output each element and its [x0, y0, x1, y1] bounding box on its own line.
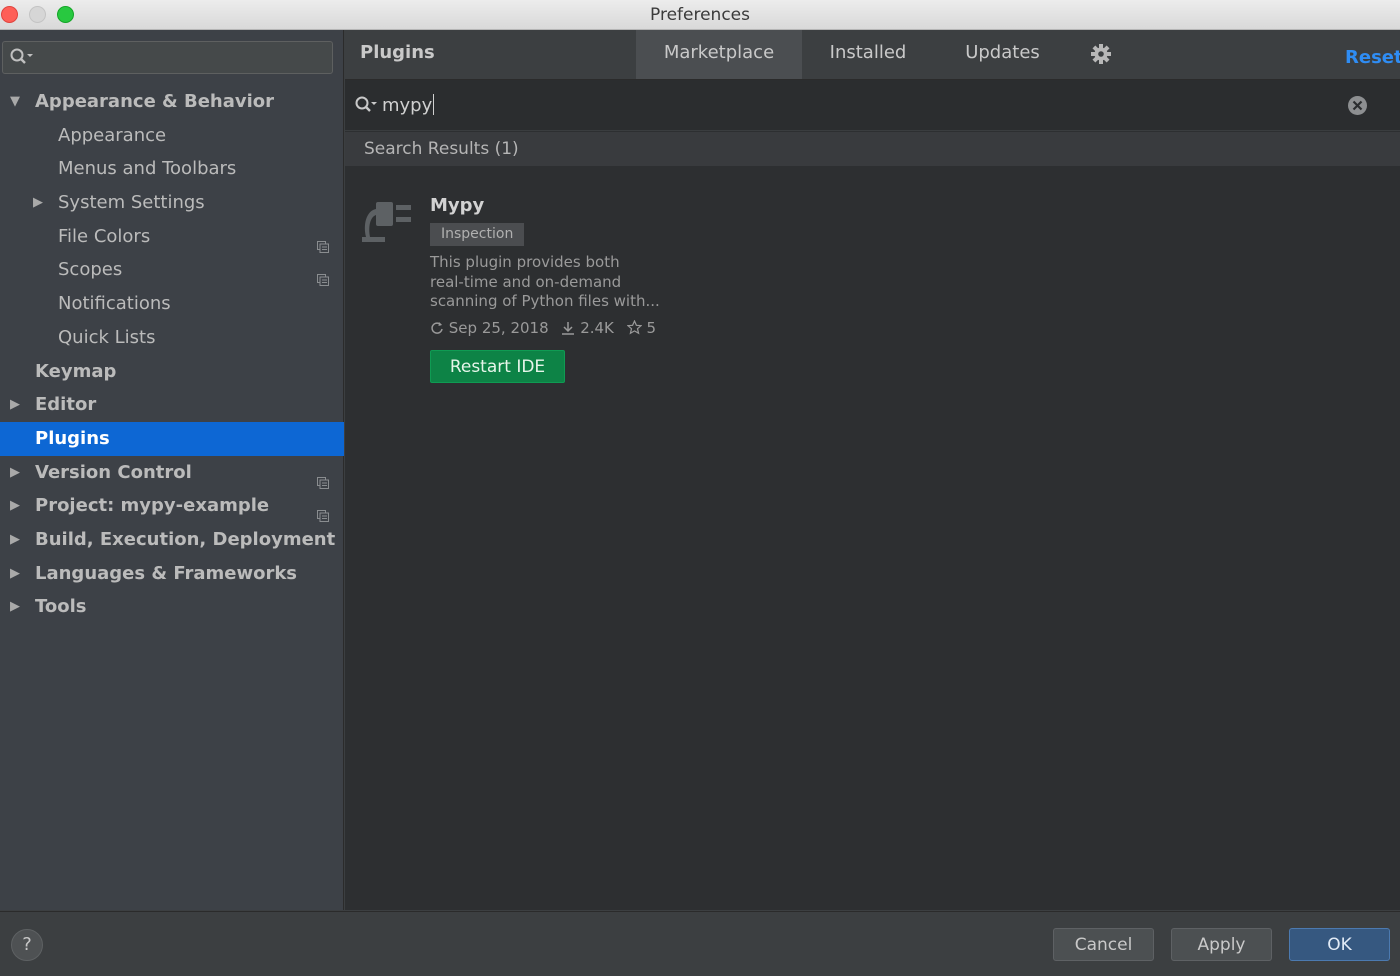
cancel-button[interactable]: Cancel [1053, 928, 1154, 961]
sidebar-search-input[interactable] [2, 41, 333, 74]
download-icon [562, 322, 575, 335]
sidebar-item-notifications[interactable]: Notifications [0, 287, 344, 321]
sidebar-item-label: Menus and Toolbars [58, 158, 237, 180]
sidebar-item-label: Quick Lists [58, 326, 156, 348]
window-title: Preferences [650, 5, 750, 25]
sidebar-item-scopes[interactable]: Scopes [0, 253, 344, 287]
sidebar-item-label: Project: mypy-example [35, 495, 270, 517]
project-scope-icon [317, 500, 329, 523]
plugin-category-tag[interactable]: Inspection [430, 223, 525, 246]
refresh-icon [431, 322, 443, 334]
sidebar-item-label: Editor [35, 394, 97, 416]
sidebar-item-label: Scopes [58, 259, 123, 281]
plugin-search-input[interactable]: mypy [382, 94, 435, 116]
sidebar-item-plugins[interactable]: Plugins [0, 421, 344, 456]
chevron-right-icon[interactable]: ▶ [10, 456, 20, 490]
sidebar-item-appearance-behavior[interactable]: ▼ Appearance & Behavior [0, 85, 344, 119]
sidebar-item-quick-lists[interactable]: Quick Lists [0, 321, 344, 355]
help-button[interactable]: ? [11, 929, 43, 961]
sidebar-item-label: Keymap [35, 360, 117, 382]
chevron-right-icon[interactable]: ▶ [10, 590, 20, 624]
sidebar-item-editor[interactable]: ▶ Editor [0, 388, 344, 422]
plugins-toolbar: Plugins Marketplace Installed Updates Re… [345, 30, 1400, 80]
sidebar-item-build-execution-deployment[interactable]: ▶ Build, Execution, Deployment [0, 523, 344, 557]
search-icon [355, 96, 381, 120]
plugin-name[interactable]: Mypy [430, 195, 484, 216]
sidebar-item-label: Tools [35, 596, 87, 618]
chevron-right-icon[interactable]: ▶ [10, 489, 20, 523]
search-icon [9, 47, 35, 71]
sidebar-item-label: Appearance [58, 124, 167, 146]
chevron-down-icon[interactable]: ▼ [10, 85, 20, 119]
sidebar-item-label: Plugins [35, 427, 110, 449]
restart-ide-button[interactable]: Restart IDE [430, 350, 565, 383]
plugin-date: Sep 25, 2018 [430, 319, 549, 337]
sidebar-item-version-control[interactable]: ▶ Version Control [0, 456, 344, 490]
settings-sidebar: ▼ Appearance & Behavior Appearance Menus an… [0, 30, 344, 910]
sidebar-item-label: File Colors [58, 225, 151, 247]
dialog-footer: ? Cancel Apply OK [0, 911, 1400, 976]
sidebar-item-file-colors[interactable]: File Colors [0, 220, 344, 254]
sidebar-item-label: Notifications [58, 293, 171, 315]
plugin-description: This plugin provides both real-time and … [430, 253, 660, 311]
chevron-right-icon[interactable]: ▶ [33, 186, 43, 220]
chevron-right-icon[interactable]: ▶ [10, 557, 20, 591]
sidebar-item-languages-frameworks[interactable]: ▶ Languages & Frameworks [0, 557, 344, 591]
chevron-right-icon[interactable]: ▶ [10, 388, 20, 422]
sidebar-item-label: Languages & Frameworks [35, 562, 298, 584]
plugin-downloads: 2.4K [561, 319, 614, 337]
clear-icon[interactable] [1347, 95, 1368, 120]
sidebar-item-project-mypy-example[interactable]: ▶ Project: mypy-example [0, 489, 344, 523]
plugin-search-bar[interactable]: mypy [345, 80, 1400, 131]
apply-button[interactable]: Apply [1171, 928, 1272, 961]
chevron-right-icon[interactable]: ▶ [10, 523, 20, 557]
sidebar-item-keymap[interactable]: Keymap [0, 355, 344, 389]
project-scope-icon [317, 467, 329, 489]
sidebar-item-tools[interactable]: ▶ Tools [0, 590, 344, 624]
sidebar-item-system-settings[interactable]: ▶ System Settings [0, 186, 344, 220]
settings-tree: ▼ Appearance & Behavior Appearance Menus an… [0, 85, 344, 624]
search-results-header: Search Results (1) [345, 132, 1400, 166]
star-icon [626, 319, 643, 335]
title-bar: Preferences [0, 0, 1400, 30]
search-results-count: Search Results (1) [364, 139, 519, 159]
tab-updates[interactable]: Updates [945, 30, 1060, 79]
gear-icon[interactable] [1090, 43, 1112, 69]
plugins-panel: Plugins Marketplace Installed Updates Re… [345, 30, 1400, 910]
reset-link[interactable]: Reset [1345, 47, 1400, 68]
sidebar-item-menus-and-toolbars[interactable]: Menus and Toolbars [0, 152, 344, 186]
project-scope-icon [317, 264, 329, 287]
sidebar-item-label: Appearance & Behavior [35, 91, 275, 112]
plugin-rating: 5 [626, 319, 656, 337]
sidebar-item-label: Build, Execution, Deployment [35, 528, 336, 550]
sidebar-item-label: System Settings [58, 192, 205, 214]
project-scope-icon [317, 231, 329, 253]
tab-marketplace[interactable]: Marketplace [636, 30, 802, 79]
tab-installed[interactable]: Installed [812, 30, 924, 79]
sidebar-item-label: Version Control [35, 461, 192, 483]
ok-button[interactable]: OK [1289, 928, 1390, 961]
plugin-meta: Sep 25, 2018 2.4K 5 [430, 319, 664, 337]
plugin-plug-icon [360, 195, 414, 251]
sidebar-item-appearance[interactable]: Appearance [0, 119, 344, 153]
page-title: Plugins [360, 42, 435, 63]
